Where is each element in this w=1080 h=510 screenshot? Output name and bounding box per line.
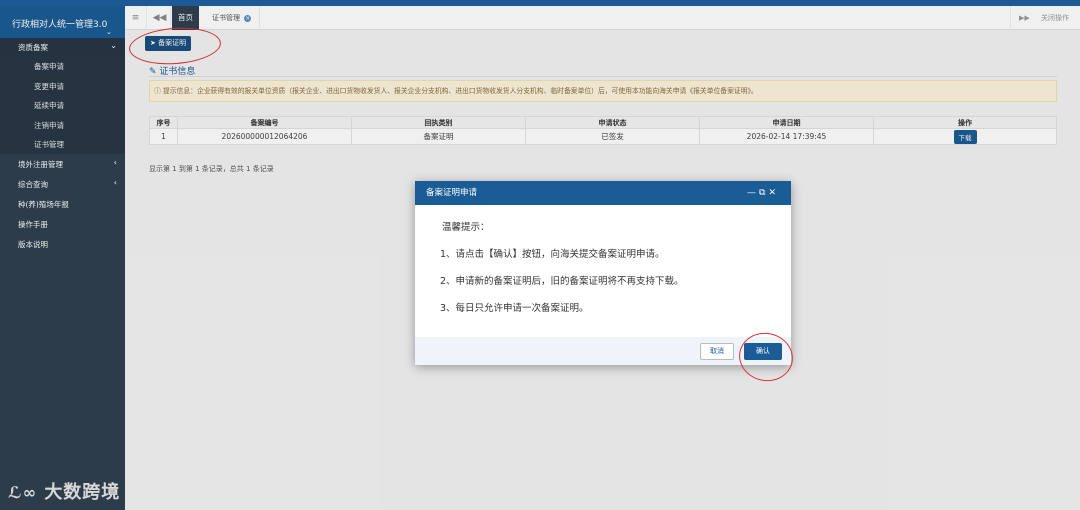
minimize-icon[interactable]: — xyxy=(747,188,759,198)
dialog-header: 备案证明申请 —⧉✕ xyxy=(415,181,791,205)
dialog-heading: 温馨提示： xyxy=(442,222,490,233)
dialog-controls: —⧉✕ xyxy=(747,181,779,205)
dialog-tip-line: 3、每日只允许申请一次备案证明。 xyxy=(440,303,589,314)
dialog-tip-line: 1、请点击【确认】按钮，向海关提交备案证明申请。 xyxy=(440,249,665,260)
dialog-body: 温馨提示： 1、请点击【确认】按钮，向海关提交备案证明申请。 2、申请新的备案证… xyxy=(415,205,791,337)
filing-cert-dialog: 备案证明申请 —⧉✕ 温馨提示： 1、请点击【确认】按钮，向海关提交备案证明申请… xyxy=(415,181,791,365)
dialog-footer: 取消 确认 xyxy=(415,337,791,365)
dialog-title: 备案证明申请 xyxy=(426,188,478,198)
close-icon[interactable]: ✕ xyxy=(768,188,779,198)
cancel-button[interactable]: 取消 xyxy=(700,343,734,360)
dialog-tip-line: 2、申请新的备案证明后，旧的备案证明将不再支持下载。 xyxy=(440,276,684,287)
